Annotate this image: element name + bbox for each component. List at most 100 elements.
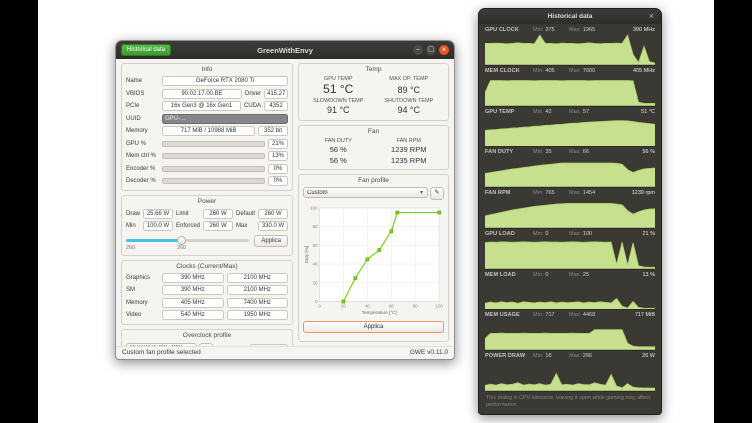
fan-duty-max: 66	[583, 149, 589, 155]
min-label: Min:	[533, 68, 543, 74]
gpu-clock-graph-row: GPU CLOCK Min:375 Max:1965 390 MHz	[485, 27, 655, 66]
edit-fan-profile-button[interactable]: ✎	[430, 187, 444, 200]
fan-rpm-max: 1454	[583, 190, 595, 196]
main-titlebar[interactable]: Historical data GreenWithEnvy – ▢ ×	[116, 41, 454, 59]
pcie-value: 16x Gen3 @ 16x Gen1	[162, 101, 241, 111]
chevron-down-icon: ▼	[419, 190, 424, 196]
fan-frame: Fan FAN DUTY FAN RPM 56 % 1239 RPM 56 % …	[298, 125, 449, 170]
gpu-temp-title: GPU TEMP	[485, 109, 533, 115]
close-icon[interactable]: ×	[439, 45, 449, 55]
gpu-usage-value: 21%	[268, 139, 288, 149]
gpu-load-min: 0	[545, 231, 548, 237]
memory-value: 717 MiB / 10988 MiB	[162, 126, 255, 136]
close-icon[interactable]: ×	[647, 12, 656, 21]
svg-text:20: 20	[341, 304, 346, 309]
historical-titlebar[interactable]: Historical data ×	[479, 9, 661, 24]
slowdown-temp-label: SLOWDOWN TEMP	[303, 98, 374, 104]
min-label: Min:	[533, 353, 543, 359]
fan-curve-chart: 020406080100020406080100Temperature [°C]…	[303, 202, 444, 318]
fan-rpm-label: FAN RPM	[374, 138, 445, 144]
power-draw-current: 26 W	[642, 353, 655, 359]
slider-handle-icon[interactable]	[177, 236, 186, 245]
fan-rpm-chart	[485, 197, 655, 229]
window-controls: – ▢ ×	[413, 45, 449, 55]
historical-data-window: Historical data × GPU CLOCK Min:375 Max:…	[478, 8, 662, 415]
cuda-value: 4352	[264, 101, 288, 111]
svg-text:20: 20	[313, 281, 318, 286]
power-default-label: Default	[236, 211, 255, 217]
gpu-temp-value: 51 °C	[303, 83, 374, 97]
max-label: Max:	[569, 27, 581, 33]
historical-data-button[interactable]: Historical data	[121, 44, 171, 56]
pcie-label: PCIe	[126, 103, 159, 109]
fan-duty-graph-row: FAN DUTY Min:35 Max:66 56 %	[485, 149, 655, 188]
mem-load-max: 25	[583, 272, 589, 278]
video-clock-current: 540 MHz	[162, 310, 224, 320]
info-frame: Info Name GeForce RTX 2080 Ti VBIOS 90.0…	[121, 63, 293, 191]
name-label: Name	[126, 78, 159, 84]
fan-duty-title: FAN DUTY	[485, 149, 533, 155]
driver-label: Driver	[245, 91, 261, 97]
shutdown-temp-label: SHUTDOWN TEMP	[374, 98, 445, 104]
min-label: Min:	[533, 190, 543, 196]
decoder-usage-value: 0%	[268, 176, 288, 186]
fan-profile-select[interactable]: Custom ▼	[303, 187, 428, 198]
sm-clock-current: 390 MHz	[162, 285, 224, 295]
mem-load-current: 13 %	[642, 272, 655, 278]
gpu-load-current: 21 %	[642, 231, 655, 237]
fan-rpm-value-1: 1239 RPM	[374, 145, 445, 154]
right-column: Temp GPU TEMP MAX OP. TEMP 51 °C 89 °C S…	[298, 63, 449, 342]
gpu-load-chart	[485, 238, 655, 270]
gpu-load-max: 100	[583, 231, 592, 237]
power-limit-slider[interactable]: 260 260	[126, 235, 249, 251]
power-frame: Power Draw 25.66 W Limit 260 W Default 2…	[121, 195, 293, 255]
uuid-label: UUID	[126, 116, 159, 122]
gpu-temp-graph-row: GPU TEMP Min:42 Max:57 51 °C	[485, 109, 655, 148]
mem-clock-graph-row: MEM CLOCK Min:405 Max:7000 405 MHz	[485, 68, 655, 107]
mem-usage-title: MEM USAGE	[485, 312, 533, 318]
fan-duty-min: 35	[545, 149, 551, 155]
mem-usage-graph-row: MEM USAGE Min:717 Max:4468 717 MiB	[485, 312, 655, 351]
power-frame-label: Power	[126, 198, 288, 206]
maximize-icon[interactable]: ▢	[426, 45, 436, 55]
power-draw-chart	[485, 360, 655, 392]
mem-clock-min: 405	[545, 68, 554, 74]
historical-window-title: Historical data	[479, 13, 661, 20]
fan-rpm-graph-row: FAN RPM Min:765 Max:1454 1239 rpm	[485, 190, 655, 229]
max-label: Max:	[569, 231, 581, 237]
max-op-temp-value: 89 °C	[374, 85, 445, 96]
min-label: Min:	[533, 272, 543, 278]
min-label: Min:	[533, 27, 543, 33]
mem-load-title: MEM LOAD	[485, 272, 533, 278]
encoder-levelbar	[162, 166, 265, 172]
fan-frame-label: Fan	[303, 128, 444, 136]
mem-ctrl-levelbar	[162, 153, 265, 159]
power-draw-label: Draw	[126, 211, 140, 217]
power-max-value: 330.0 W	[258, 221, 288, 231]
fan-duty-current: 56 %	[642, 149, 655, 155]
power-apply-button[interactable]: Applica	[254, 235, 288, 248]
mem-load-graph-row: MEM LOAD Min:0 Max:25 13 %	[485, 272, 655, 311]
minimize-icon[interactable]: –	[413, 45, 423, 55]
fan-profile-apply-button[interactable]: Applica	[303, 321, 444, 334]
encoder-usage-label: Encoder %	[126, 166, 159, 172]
video-clock-label: Video	[126, 312, 159, 318]
fan-rpm-current: 1239 rpm	[632, 190, 655, 196]
statusbar: Custom fan profile selected GWE v0.11.0	[116, 346, 454, 359]
mem-clock-chart	[485, 75, 655, 107]
cpu-intensive-note: This dialog is CPU intensive, leaving it…	[485, 394, 655, 412]
app-version: GWE v0.11.0	[410, 349, 448, 356]
clocks-frame: Clocks (Current/Max) Graphics 390 MHz 21…	[121, 260, 293, 326]
sm-clock-max: 2100 MHz	[227, 285, 289, 295]
gpu-load-graph-row: GPU LOAD Min:0 Max:100 21 %	[485, 231, 655, 270]
gpu-clock-min: 375	[545, 27, 554, 33]
memory-label: Memory	[126, 128, 159, 134]
slider-value-label: 260	[126, 245, 135, 251]
svg-text:40: 40	[365, 304, 370, 309]
vbios-label: VBIOS	[126, 91, 159, 97]
power-enforced-label: Enforced	[176, 223, 200, 229]
min-label: Min:	[533, 312, 543, 318]
main-content: Info Name GeForce RTX 2080 Ti VBIOS 90.0…	[116, 59, 454, 346]
fan-duty-value-1: 56 %	[303, 145, 374, 154]
power-limit-value: 260 W	[203, 209, 233, 219]
